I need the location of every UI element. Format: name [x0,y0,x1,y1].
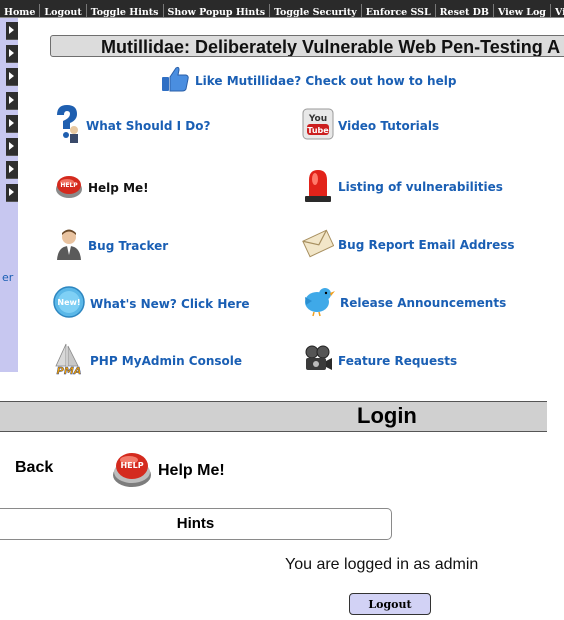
nav-logout[interactable]: Logout [40,4,87,17]
bug-report-email-label: Bug Report Email Address [338,237,515,252]
film-camera-icon [302,343,334,378]
nav-enforce-ssl[interactable]: Enforce SSL [362,4,436,17]
youtube-icon: You Tube [302,108,334,143]
logout-button[interactable]: Logout [349,593,431,615]
page-title: Mutillidae: Deliberately Vulnerable Web … [50,35,564,57]
listing-vulnerabilities-link[interactable]: Listing of vulnerabilities [302,166,503,207]
help-button-icon: HELP [54,171,84,204]
phpmyadmin-sail-icon: PMA [52,342,86,379]
login-title: Login [357,403,417,428]
left-sidebar: er [0,18,18,372]
svg-text:HELP: HELP [120,461,143,470]
nav-view-log[interactable]: View Log [494,4,551,17]
login-status-text: You are logged in as admin [285,556,479,573]
bug-tracker-label: Bug Tracker [88,238,169,253]
feature-requests-link[interactable]: Feature Requests [302,343,457,378]
like-mutillidae-link[interactable]: Like Mutillidae? Check out how to help [160,66,456,96]
sidebar-expand-arrow-icon[interactable] [6,115,18,133]
release-announcements-link[interactable]: Release Announcements [300,283,506,322]
sidebar-expand-arrow-icon[interactable] [6,45,18,63]
what-should-i-do-label: What Should I Do? [86,118,211,133]
listing-vulnerabilities-label: Listing of vulnerabilities [338,179,503,194]
sidebar-expand-arrow-icon[interactable] [6,68,18,86]
hints-toggle[interactable]: Hints [0,508,392,540]
video-tutorials-link[interactable]: You Tube Video Tutorials [302,108,439,143]
sidebar-expand-arrow-icon[interactable] [6,138,18,156]
feature-requests-label: Feature Requests [338,353,458,368]
twitter-bird-icon [300,283,336,322]
svg-text:HELP: HELP [60,182,78,189]
question-mark-person-icon [52,103,82,148]
bug-tracker-link[interactable]: Bug Tracker [54,227,168,264]
help-me-label: Help Me! [88,180,149,195]
release-announcements-label: Release Announcements [340,295,507,310]
like-text: Like Mutillidae? Check out how to help [195,74,457,88]
svg-text:PMA: PMA [56,366,81,376]
sidebar-partial-link[interactable]: er [2,271,13,284]
help-me-button[interactable]: HELP Help Me! [110,448,225,494]
video-tutorials-label: Video Tutorials [338,118,440,133]
whats-new-link[interactable]: New! What's New? Click Here [52,285,250,322]
top-nav-bar: Home Logout Toggle Hints Show Popup Hints To… [0,0,564,18]
back-button[interactable]: Back [15,459,53,477]
siren-icon [302,166,334,207]
svg-text:New!: New! [57,298,80,307]
help-button-icon: HELP [110,448,154,494]
sidebar-expand-arrow-icon[interactable] [6,161,18,179]
nav-view-captured[interactable]: View C [551,4,564,17]
nav-toggle-hints[interactable]: Toggle Hints [87,4,164,17]
person-icon [54,227,84,264]
what-should-i-do-link[interactable]: What Should I Do? [52,103,210,148]
nav-home[interactable]: Home [0,4,41,17]
whats-new-label: What's New? Click Here [90,296,250,311]
sidebar-expand-arrow-icon[interactable] [6,22,18,40]
sidebar-expand-arrow-icon[interactable] [6,92,18,110]
new-badge-icon: New! [52,285,86,322]
svg-text:Tube: Tube [307,126,329,135]
svg-text:You: You [308,114,327,124]
nav-reset-db[interactable]: Reset DB [436,4,494,17]
envelope-icon [302,227,335,262]
sidebar-expand-arrow-icon[interactable] [6,184,18,202]
phpmyadmin-link[interactable]: PMA PHP MyAdmin Console [52,342,242,379]
phpmyadmin-label: PHP MyAdmin Console [90,353,243,368]
help-me-link[interactable]: HELP Help Me! [54,171,149,204]
help-me-label: Help Me! [158,462,225,479]
nav-toggle-security[interactable]: Toggle Security [270,4,362,17]
thumbs-up-icon [160,65,190,97]
login-header-bar [0,401,547,432]
nav-show-popup-hints[interactable]: Show Popup Hints [164,4,271,17]
bug-report-email-link[interactable]: Bug Report Email Address [302,227,515,262]
